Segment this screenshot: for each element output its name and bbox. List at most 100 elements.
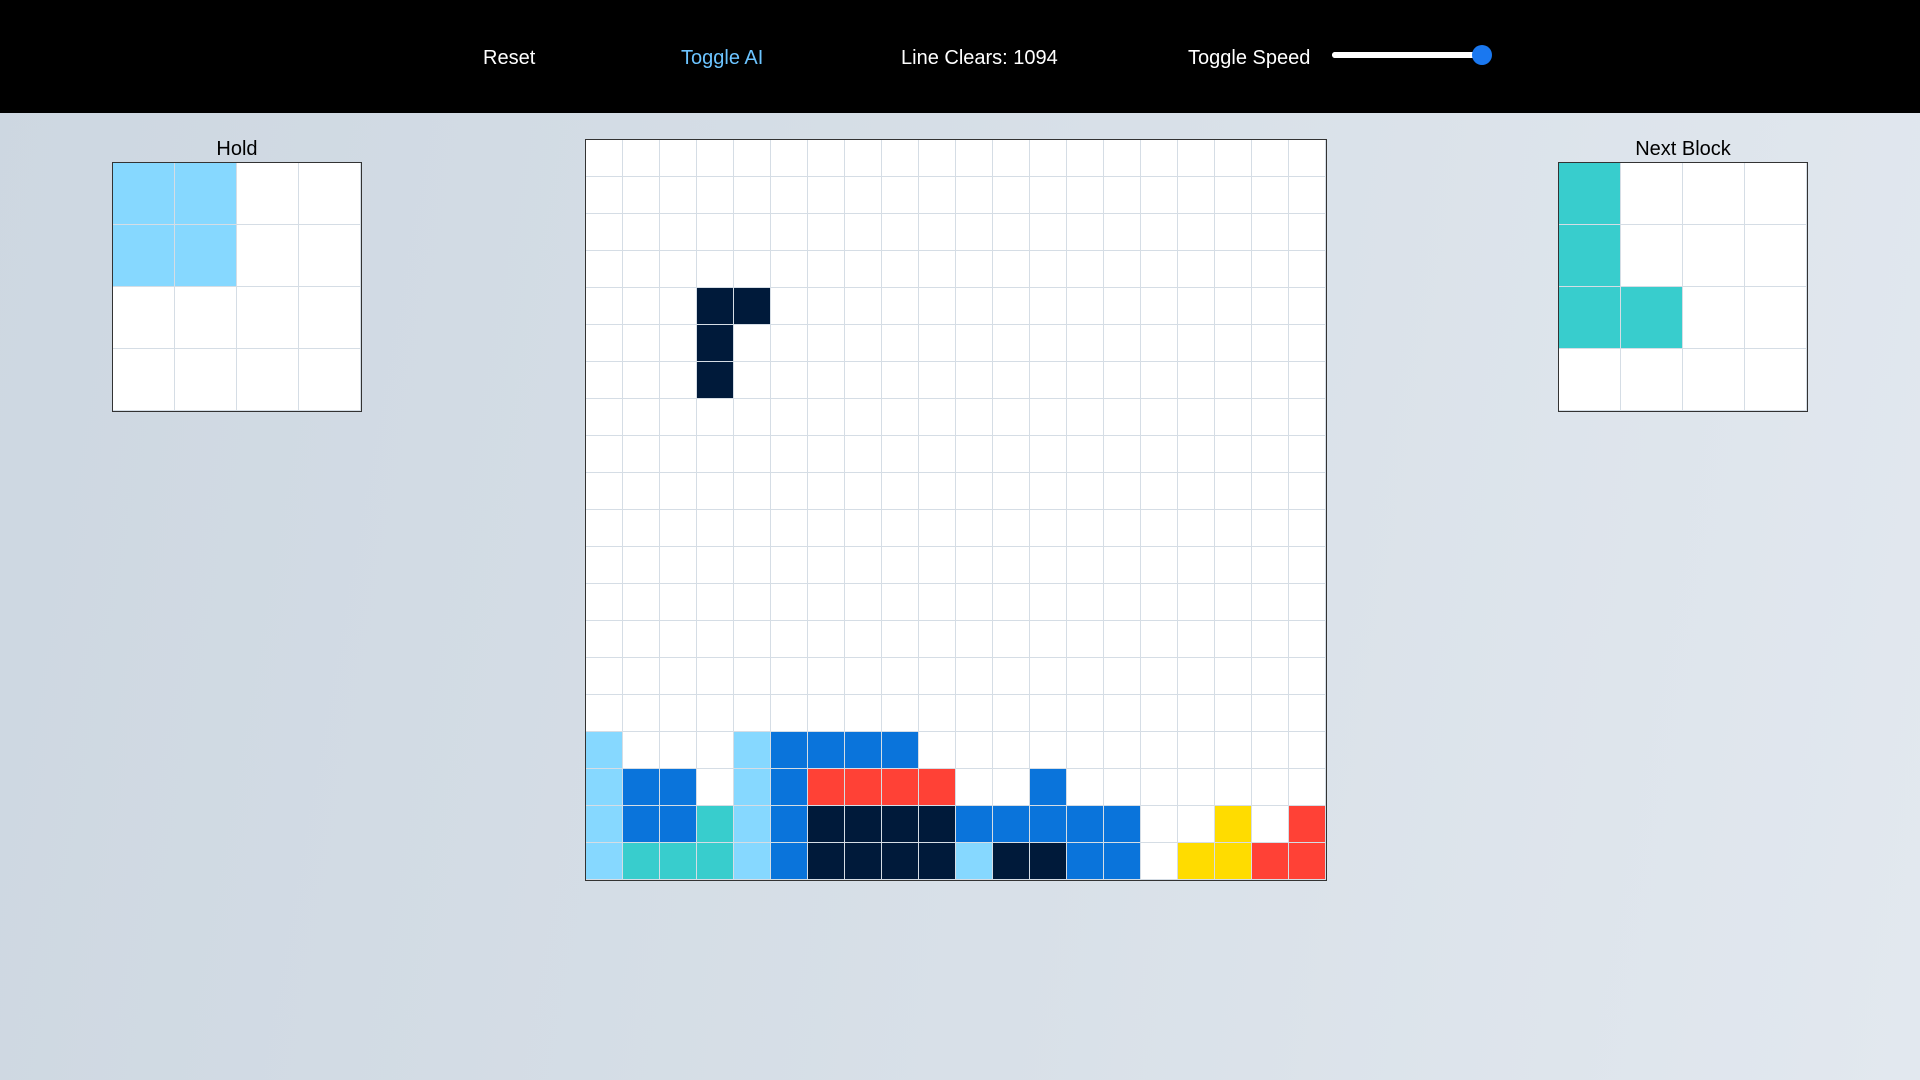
board-cell-empty [993,621,1030,658]
speed-slider[interactable] [1332,45,1492,65]
next-block-title: Next Block [1635,138,1731,160]
board-cell-filled [1030,843,1067,880]
board-cell-empty [919,251,956,288]
hold-cell-empty [299,163,361,225]
board-cell-empty [1215,732,1252,769]
board-cell-empty [1178,214,1215,251]
board-cell-empty [1215,658,1252,695]
board-cell-empty [586,584,623,621]
board-cell-empty [660,214,697,251]
board-cell-empty [734,473,771,510]
toggle-ai-button[interactable]: Toggle AI [681,46,763,70]
board-cell-empty [1289,695,1326,732]
board-cell-filled [734,288,771,325]
board-cell-empty [1252,695,1289,732]
board-cell-filled [697,325,734,362]
board-cell-empty [771,658,808,695]
board-cell-filled [734,732,771,769]
board-cell-empty [808,214,845,251]
board-cell-empty [1252,658,1289,695]
board-cell-empty [919,325,956,362]
board-cell-empty [1141,251,1178,288]
board-cell-empty [993,695,1030,732]
board-cell-empty [1178,362,1215,399]
board-cell-empty [1178,621,1215,658]
hold-cell-empty [237,287,299,349]
board-cell-empty [1030,510,1067,547]
next-cell-empty [1621,349,1683,411]
board-cell-filled [845,732,882,769]
board-cell-empty [1252,362,1289,399]
board-cell-empty [771,547,808,584]
board-cell-empty [956,547,993,584]
board-cell-empty [882,140,919,177]
board-cell-empty [1104,325,1141,362]
board-cell-empty [956,362,993,399]
board-cell-empty [882,584,919,621]
board-cell-empty [734,658,771,695]
board-cell-empty [1289,658,1326,695]
board-cell-empty [1252,399,1289,436]
board-cell-empty [845,436,882,473]
board-cell-empty [956,436,993,473]
board-cell-empty [1030,214,1067,251]
board-cell-empty [808,399,845,436]
board-cell-empty [1252,769,1289,806]
board-cell-filled [1178,843,1215,880]
board-cell-empty [919,473,956,510]
board-cell-empty [1141,658,1178,695]
board-cell-empty [1215,251,1252,288]
board-cell-empty [1215,214,1252,251]
board-cell-empty [1141,510,1178,547]
board-cell-empty [1104,621,1141,658]
board-cell-empty [697,547,734,584]
board-cell-empty [623,177,660,214]
board-cell-empty [1178,732,1215,769]
board-cell-empty [919,695,956,732]
board-cell-empty [1104,547,1141,584]
board-cell-empty [1141,547,1178,584]
board-cell-empty [1141,362,1178,399]
board-cell-empty [697,251,734,288]
board-cell-empty [586,695,623,732]
board-cell-empty [697,658,734,695]
board-cell-empty [1067,288,1104,325]
board-cell-empty [1178,547,1215,584]
board-cell-empty [586,473,623,510]
board-cell-empty [697,473,734,510]
board-cell-empty [771,436,808,473]
board-cell-empty [1067,584,1104,621]
board-cell-empty [919,436,956,473]
board-cell-empty [919,658,956,695]
board-cell-empty [1141,436,1178,473]
board-cell-empty [919,547,956,584]
toggle-speed-button[interactable]: Toggle Speed [1188,46,1310,70]
board-cell-empty [1067,325,1104,362]
board-cell-empty [623,362,660,399]
board-cell-filled [882,732,919,769]
hold-cell-empty [299,287,361,349]
board-cell-empty [1141,399,1178,436]
board-cell-empty [845,547,882,584]
speed-slider-thumb[interactable] [1472,45,1492,65]
board-cell-empty [1252,621,1289,658]
board-cell-empty [1030,658,1067,695]
board-cell-empty [993,436,1030,473]
board-cell-empty [771,473,808,510]
line-clears-counter: Line Clears: 1094 [901,47,1058,69]
board-cell-empty [623,325,660,362]
board-cell-empty [993,362,1030,399]
board-cell-filled [734,806,771,843]
reset-button[interactable]: Reset [483,46,535,70]
board-cell-empty [845,288,882,325]
board-cell-empty [1030,325,1067,362]
board-cell-empty [771,325,808,362]
hold-title: Hold [216,138,258,160]
board-cell-empty [882,695,919,732]
board-cell-empty [956,214,993,251]
board-cell-empty [734,177,771,214]
board-cell-empty [586,288,623,325]
board-cell-empty [808,547,845,584]
board-cell-empty [697,510,734,547]
board-cell-empty [808,325,845,362]
